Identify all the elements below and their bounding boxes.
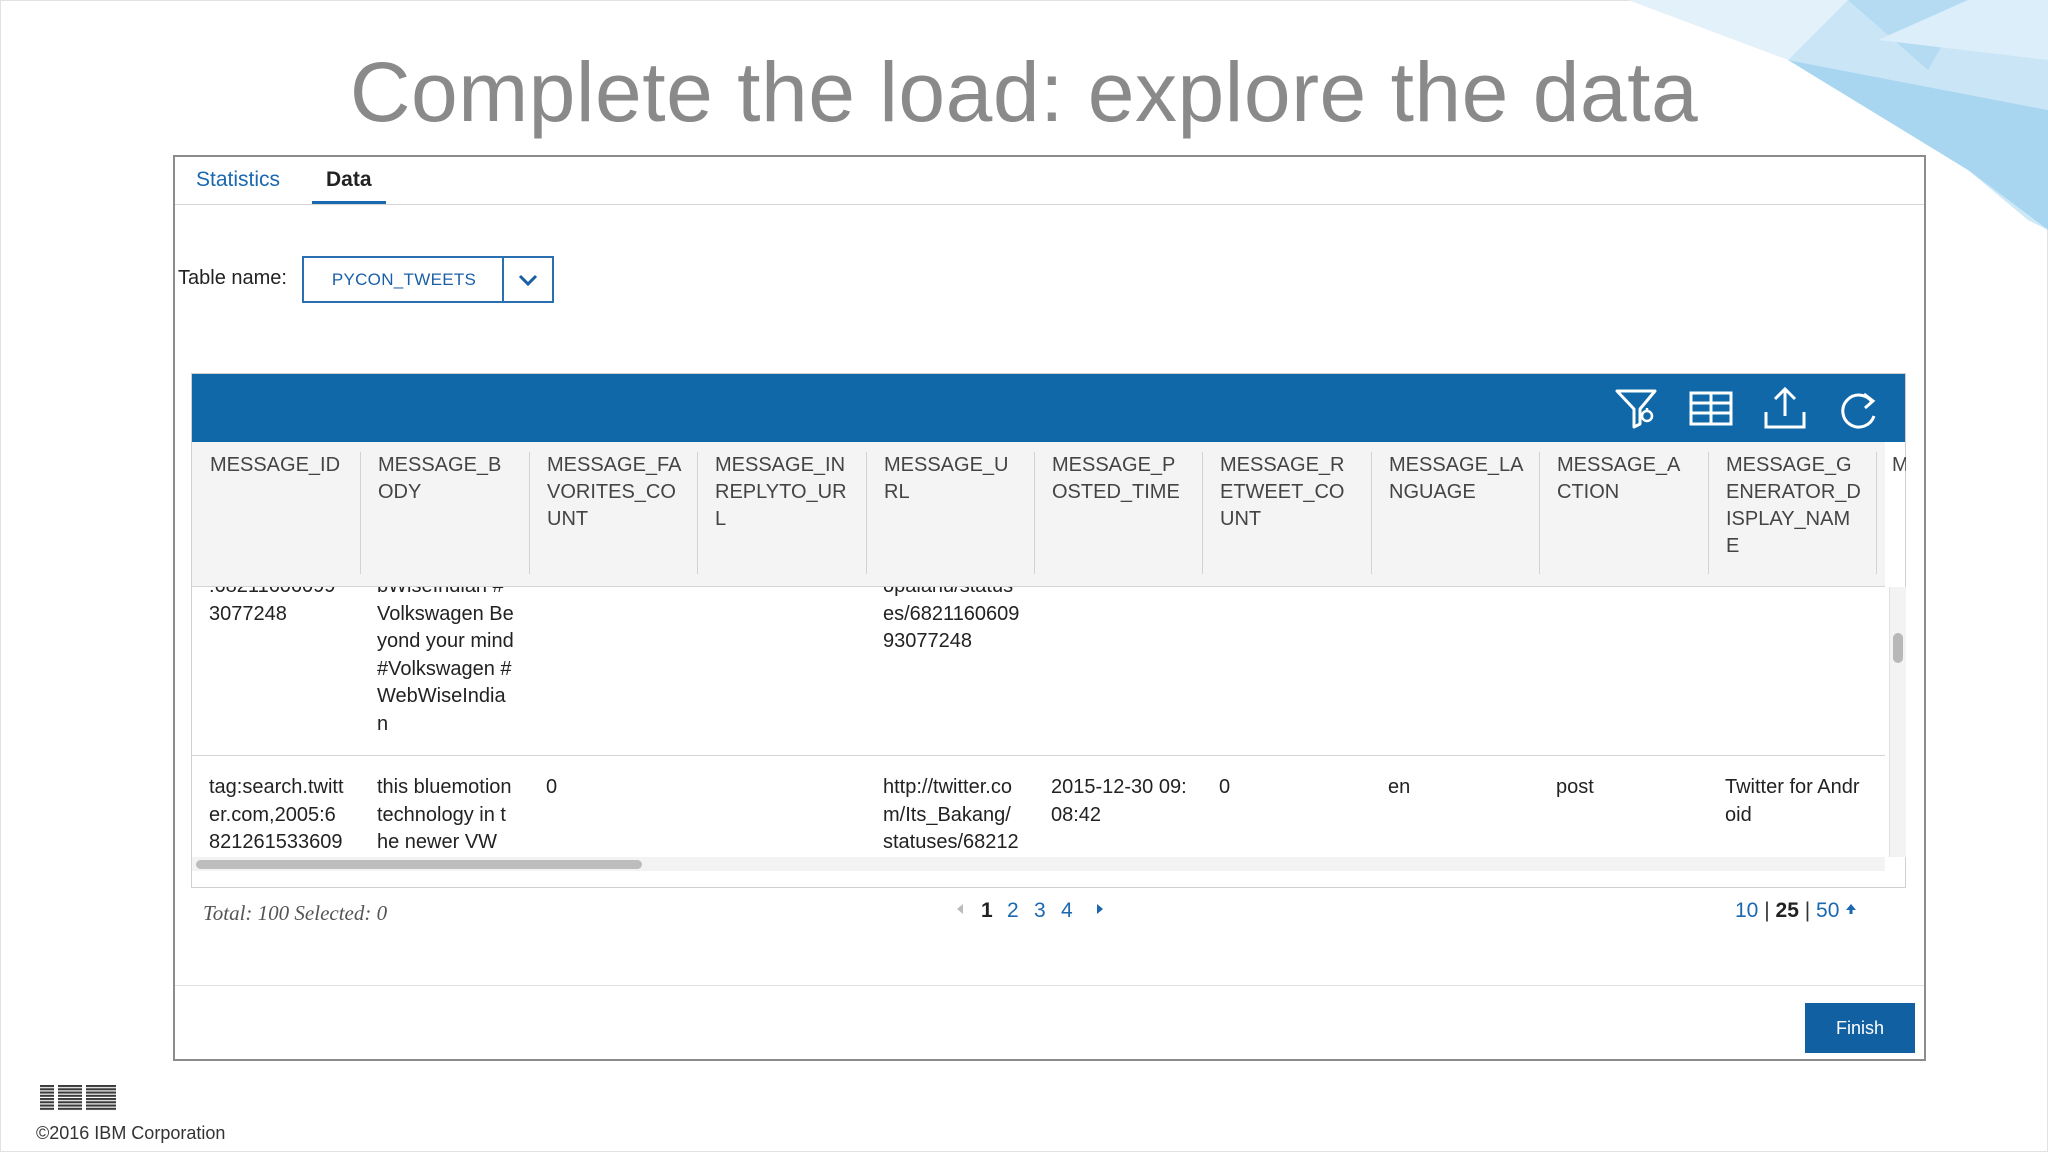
- grid-toolbar: [192, 374, 1905, 442]
- export-icon[interactable]: [1762, 386, 1808, 432]
- column-header-next[interactable]: M: [1876, 442, 1906, 582]
- cell-action: post: [1556, 776, 1594, 798]
- page-1-link[interactable]: 1: [981, 899, 993, 923]
- refresh-icon[interactable]: [1836, 386, 1882, 432]
- columns-icon[interactable]: [1688, 386, 1734, 432]
- data-explorer-panel: Statistics Data Table name: PYCON_TWEETS: [173, 155, 1926, 1061]
- pagination: 1 2 3 4: [955, 899, 1155, 929]
- filter-icon[interactable]: [1614, 386, 1660, 432]
- page-size-separator: |: [1764, 899, 1770, 922]
- vertical-scroll-thumb[interactable]: [1893, 633, 1903, 663]
- column-header-message-url[interactable]: MESSAGE_URL: [866, 442, 1034, 582]
- page-size-selector: 10 | 25 | 50: [1735, 899, 1895, 923]
- data-grid: MESSAGE_ID MESSAGE_BODY MESSAGE_FAVORITE…: [191, 373, 1906, 888]
- cell-posted-time: 2015-12-30 09:08:42: [1051, 776, 1187, 826]
- cell-message-body: this bluemotion technology in the newer …: [377, 776, 512, 853]
- column-header-message-body[interactable]: MESSAGE_BODY: [360, 442, 529, 582]
- page-size-25[interactable]: 25: [1776, 899, 1799, 922]
- cell-generator-display-name: Twitter for Android: [1725, 776, 1860, 826]
- column-header-retweet-count[interactable]: MESSAGE_RETWEET_COUNT: [1202, 442, 1371, 582]
- total-selected-summary: Total: 100 Selected: 0: [203, 901, 388, 925]
- finish-button[interactable]: Finish: [1805, 1003, 1915, 1053]
- table-row[interactable]: tag:search.twitter.com,2005:682126153360…: [192, 774, 1885, 857]
- row-divider: [192, 755, 1885, 756]
- column-header-posted-time[interactable]: MESSAGE_POSTED_TIME: [1034, 442, 1202, 582]
- table-name-label: Table name:: [178, 267, 287, 289]
- ibm-logo: [40, 1085, 116, 1111]
- tab-bar: Statistics Data: [175, 157, 1924, 205]
- table-row[interactable]: :682116060993077248 bWiseIndian #Volkswa…: [192, 587, 1885, 757]
- chevron-left-icon[interactable]: [955, 902, 965, 916]
- page-4-link[interactable]: 4: [1061, 899, 1073, 923]
- column-header-message-id[interactable]: MESSAGE_ID: [192, 442, 360, 582]
- cell-message-url: http://twitter.com/Its_Bakang/statuses/6…: [883, 776, 1019, 853]
- tab-data[interactable]: Data: [312, 157, 386, 204]
- horizontal-scrollbar[interactable]: [192, 857, 1885, 871]
- cell-message-id: :682116060993077248: [209, 587, 335, 625]
- cell-message-id: tag:search.twitter.com,2005:682126153360…: [209, 776, 344, 853]
- page-size-separator: |: [1804, 899, 1811, 922]
- cell-message-url: opalanu/statuses/682116060993077248: [883, 587, 1020, 652]
- cell-language: en: [1388, 776, 1411, 798]
- page-size-50[interactable]: 50: [1816, 899, 1839, 922]
- column-header-generator-display-name[interactable]: MESSAGE_GENERATOR_DISPLAY_NAME: [1708, 442, 1876, 582]
- vertical-scrollbar[interactable]: [1889, 587, 1906, 857]
- cell-favorites-count: 0: [546, 776, 558, 798]
- table-body: :682116060993077248 bWiseIndian #Volkswa…: [192, 587, 1885, 857]
- horizontal-scroll-thumb[interactable]: [196, 860, 642, 869]
- footer-divider: [175, 985, 1924, 986]
- tab-statistics[interactable]: Statistics: [196, 157, 280, 204]
- cell-retweet-count: 0: [1219, 776, 1231, 798]
- column-header-action[interactable]: MESSAGE_ACTION: [1539, 442, 1708, 582]
- chevron-right-icon[interactable]: [1095, 902, 1105, 916]
- chevron-down-icon[interactable]: [502, 258, 552, 301]
- column-header-inreplyto-url[interactable]: MESSAGE_INREPLYTO_URL: [697, 442, 866, 582]
- cell-message-body: bWiseIndian #Volkswagen Beyond your mind…: [377, 587, 514, 735]
- slide-title: Complete the load: explore the data: [349, 45, 1699, 139]
- page-size-10[interactable]: 10: [1735, 899, 1758, 922]
- column-header-language[interactable]: MESSAGE_LANGUAGE: [1371, 442, 1539, 582]
- copyright-text: ©2016 IBM Corporation: [36, 1123, 226, 1143]
- arrow-up-icon[interactable]: [1845, 903, 1857, 915]
- page-2-link[interactable]: 2: [1007, 899, 1019, 923]
- page-3-link[interactable]: 3: [1034, 899, 1046, 923]
- table-header-row: MESSAGE_ID MESSAGE_BODY MESSAGE_FAVORITE…: [192, 442, 1906, 587]
- column-header-favorites-count[interactable]: MESSAGE_FAVORITES_COUNT: [529, 442, 697, 582]
- table-name-value: PYCON_TWEETS: [331, 270, 477, 289]
- table-name-select[interactable]: PYCON_TWEETS: [302, 256, 554, 303]
